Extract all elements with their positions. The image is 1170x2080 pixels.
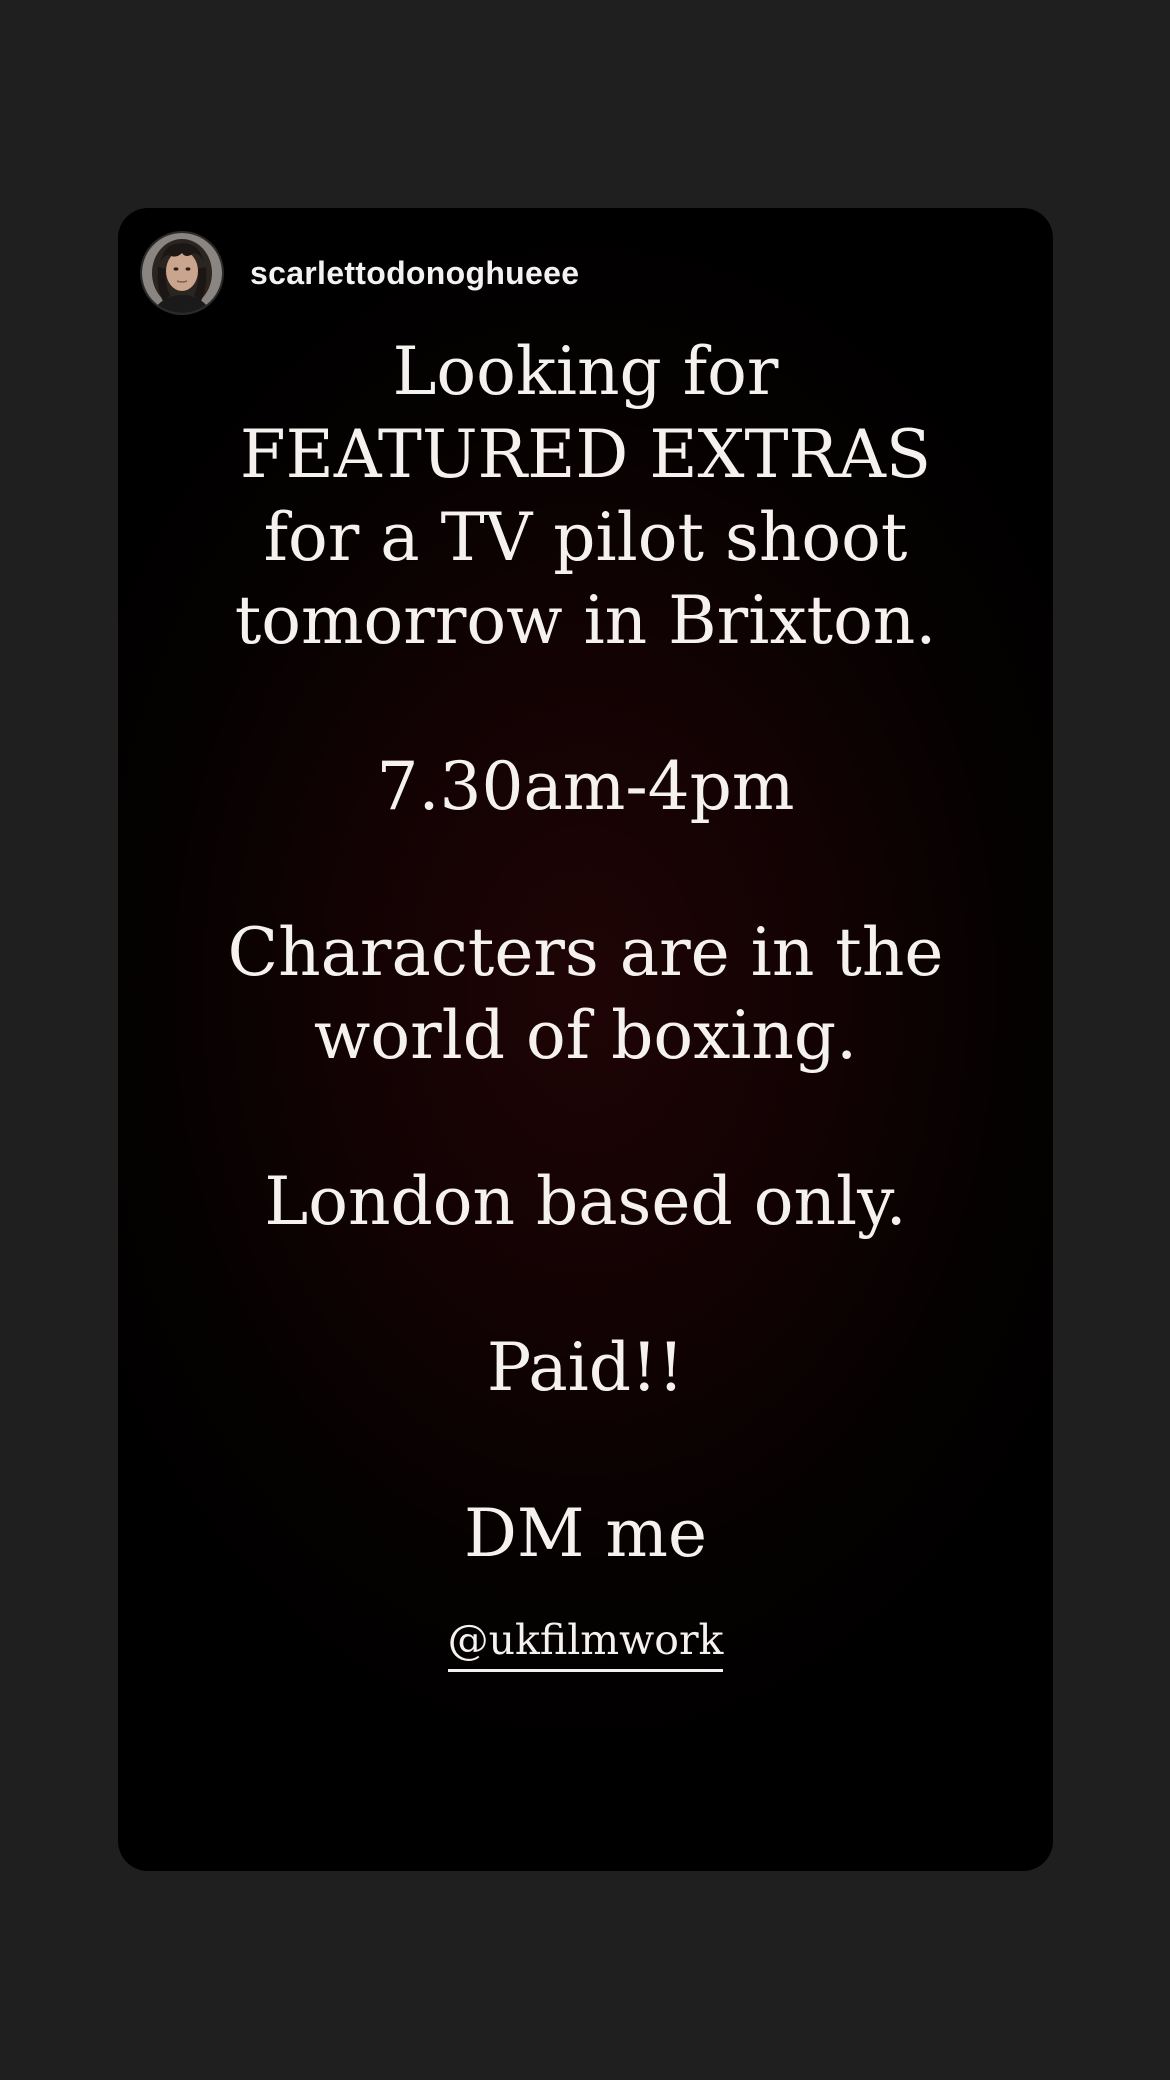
line-spacer <box>118 1077 1053 1160</box>
story-line: 7.30am-4pm <box>376 748 795 825</box>
story-line: London based only. <box>264 1163 907 1240</box>
line-spacer <box>118 828 1053 911</box>
story-line: Paid!! <box>486 1329 685 1406</box>
story-header: scarlettodonoghueee <box>142 232 579 314</box>
mention-link[interactable]: @ukfilmwork <box>447 1613 724 1672</box>
story-card[interactable]: scarlettodonoghueee Looking for FEATURED… <box>118 208 1053 1871</box>
mention-sticker-wrap: @ukfilmwork <box>118 1613 1053 1672</box>
story-line: Characters are in the <box>227 914 944 991</box>
story-line: DM me <box>463 1495 708 1572</box>
story-line: world of boxing. <box>313 997 858 1074</box>
avatar[interactable] <box>142 233 222 313</box>
story-line: for a TV pilot shoot <box>263 499 908 576</box>
story-author-username[interactable]: scarlettodonoghueee <box>250 255 579 292</box>
line-spacer <box>118 1243 1053 1326</box>
story-line: tomorrow in Brixton. <box>234 582 937 659</box>
story-line: FEATURED EXTRAS <box>239 416 932 493</box>
profile-photo-icon <box>142 233 222 313</box>
story-text: Looking for FEATURED EXTRAS for a TV pil… <box>118 330 1053 1575</box>
line-spacer <box>118 1409 1053 1492</box>
line-spacer <box>118 662 1053 745</box>
story-line: Looking for <box>392 333 779 410</box>
